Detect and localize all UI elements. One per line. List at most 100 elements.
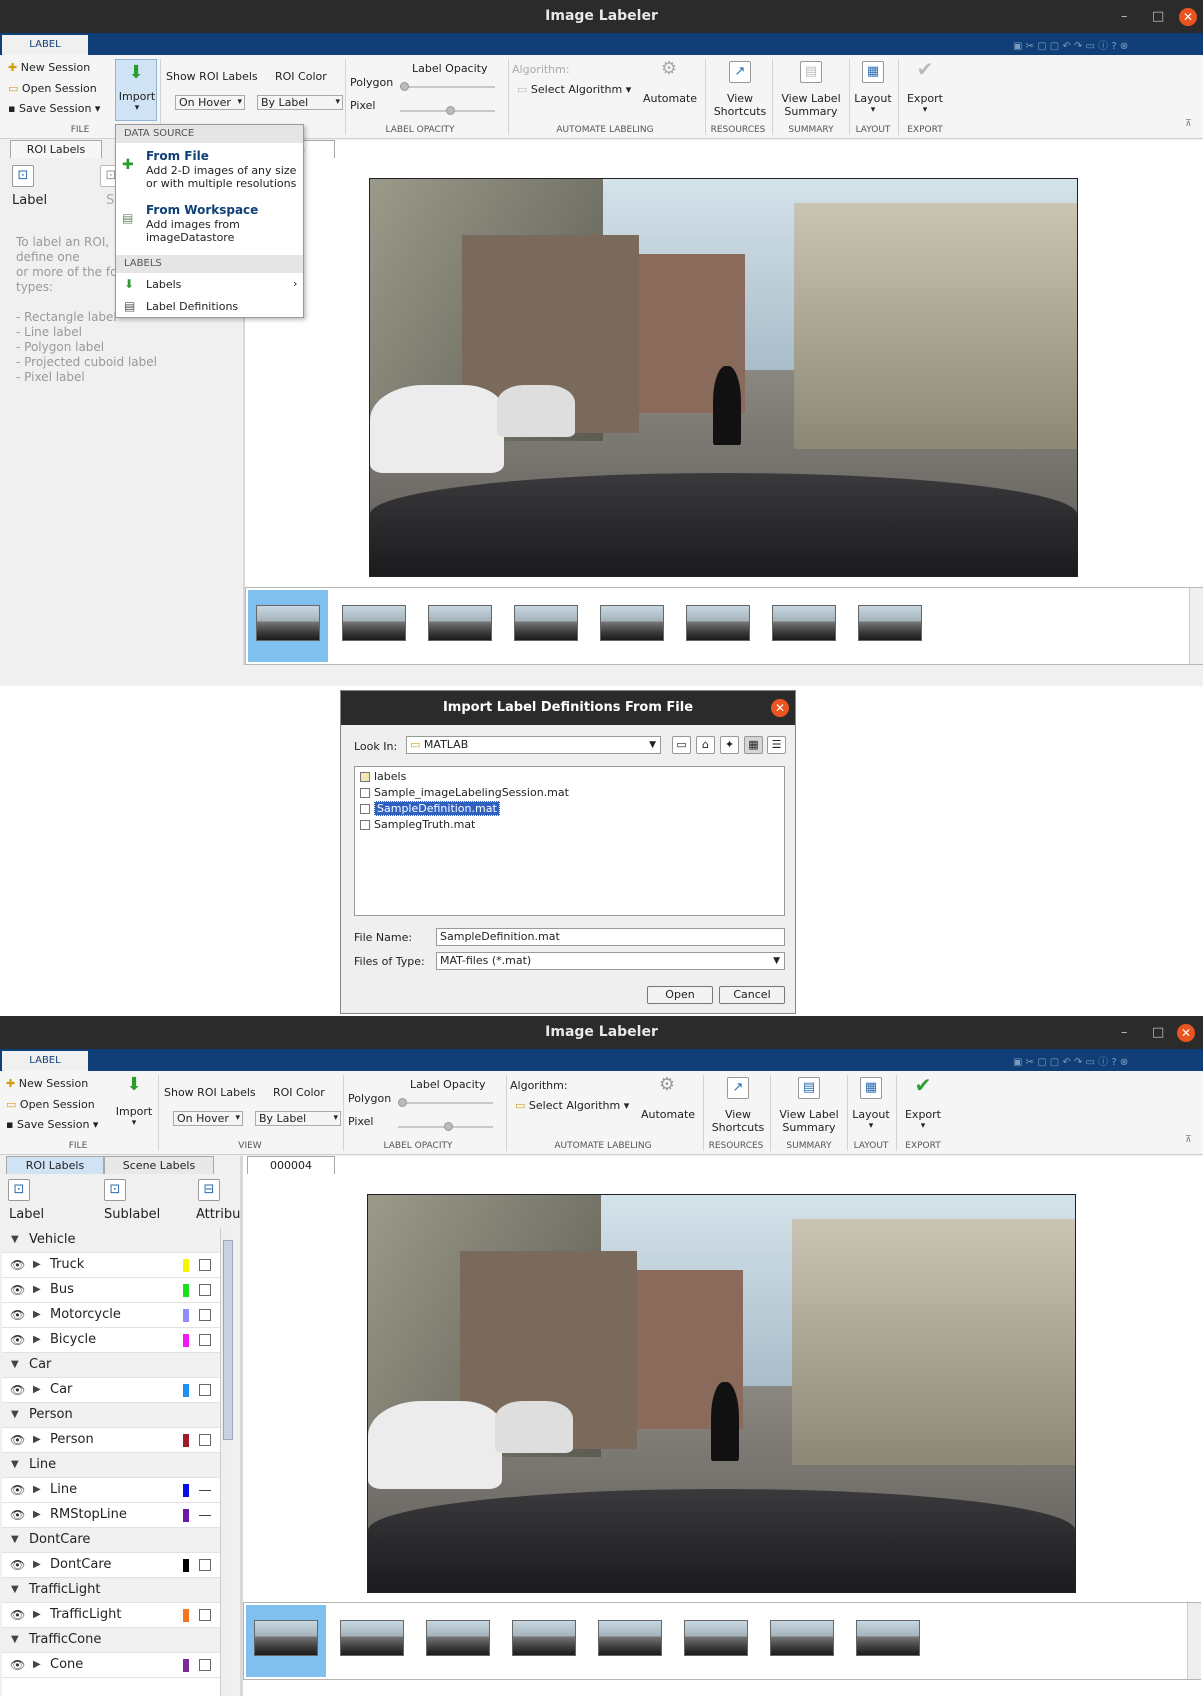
current-image[interactable] [369, 178, 1078, 577]
thumbnail[interactable] [686, 605, 750, 641]
menu-item-from-file[interactable]: ✚ From File Add 2-D images of any size o… [116, 147, 303, 197]
eye-icon[interactable]: 👁 [10, 1303, 25, 1327]
list-item[interactable]: SamplegTruth.mat [358, 817, 475, 833]
view-shortcuts-line2[interactable]: Shortcuts [710, 105, 770, 118]
layout-dropdown-icon[interactable]: ▾ [848, 1121, 894, 1131]
chevron-down-icon[interactable]: ▼ [11, 1403, 19, 1427]
eye-icon[interactable]: 👁 [10, 1278, 25, 1302]
chevron-right-icon[interactable]: ▶ [33, 1328, 41, 1352]
label-row[interactable]: 👁 ▶ TrafficLight [2, 1603, 220, 1628]
eye-icon[interactable]: 👁 [10, 1653, 25, 1677]
chevron-right-icon[interactable]: ▶ [33, 1428, 41, 1452]
label-row[interactable]: 👁 ▶ Person [2, 1428, 220, 1453]
new-folder-icon[interactable]: ✦ [720, 736, 739, 754]
chevron-right-icon[interactable]: ▶ [33, 1253, 41, 1277]
thumbnail[interactable] [340, 1620, 404, 1656]
thumbnail[interactable] [256, 605, 320, 641]
select-algorithm-button[interactable]: ▭ Select Algorithm ▾ [517, 83, 631, 96]
label-row[interactable]: 👁 ▶ Bus [2, 1278, 220, 1303]
eye-icon[interactable]: 👁 [10, 1378, 25, 1402]
view-shortcuts-line1[interactable]: View [710, 92, 770, 105]
view-label-summary-line1[interactable]: View Label [773, 1108, 845, 1121]
tab-label[interactable]: LABEL [2, 35, 88, 55]
collapse-ribbon-icon[interactable]: ⊼ [1185, 1135, 1192, 1145]
label-row[interactable]: 👁 ▶ Bicycle [2, 1328, 220, 1353]
label-row[interactable]: 👁 ▶ Car [2, 1378, 220, 1403]
roi-color-select[interactable]: By Label [257, 95, 343, 110]
import-dropdown-icon[interactable]: ▾ [114, 1118, 154, 1128]
chevron-down-icon[interactable]: ▼ [11, 1353, 19, 1377]
menu-item-label-definitions[interactable]: ▤ Label Definitions [116, 297, 303, 317]
polygon-opacity-slider[interactable] [398, 1102, 493, 1104]
file-name-input[interactable]: SampleDefinition.mat [436, 928, 785, 946]
export-button[interactable]: Export [898, 1108, 948, 1121]
cancel-button[interactable]: Cancel [719, 986, 785, 1004]
thumbnail[interactable] [514, 605, 578, 641]
label-tree-scrollbar[interactable] [220, 1228, 234, 1696]
eye-icon[interactable]: 👁 [10, 1328, 25, 1352]
thumbnail[interactable] [426, 1620, 490, 1656]
dialog-close-icon[interactable]: ✕ [771, 699, 789, 717]
chevron-right-icon[interactable]: ▶ [33, 1653, 41, 1677]
open-button[interactable]: Open [647, 986, 713, 1004]
label-row[interactable]: 👁 ▶ Truck [2, 1253, 220, 1278]
label-row[interactable]: 👁 ▶ Motorcycle [2, 1303, 220, 1328]
tab-image-000004[interactable]: 000004 [247, 1156, 335, 1174]
close-icon[interactable]: ✕ [1177, 1024, 1195, 1042]
eye-icon[interactable]: 👁 [10, 1253, 25, 1277]
current-image[interactable] [367, 1194, 1076, 1593]
details-view-icon[interactable]: ☰ [767, 736, 786, 754]
label-group-row[interactable]: ▼ DontCare [2, 1528, 220, 1553]
save-session-button[interactable]: ▪ Save Session ▾ [8, 102, 100, 115]
polygon-opacity-slider[interactable] [400, 86, 495, 88]
minimize-icon[interactable]: – [1121, 0, 1128, 33]
chevron-down-icon[interactable]: ▼ [11, 1528, 19, 1552]
view-label-summary-line1[interactable]: View Label [775, 92, 847, 105]
polygon-opacity-knob[interactable] [400, 82, 409, 91]
up-folder-icon[interactable]: ▭ [672, 736, 691, 754]
thumbnail[interactable] [428, 605, 492, 641]
close-icon[interactable]: ✕ [1179, 8, 1197, 26]
menu-item-labels[interactable]: ⬇ Labels › [116, 275, 303, 295]
view-label-summary-line2[interactable]: Summary [773, 1121, 845, 1134]
collapse-ribbon-icon[interactable]: ⊼ [1185, 119, 1192, 129]
thumbnail-scrollbar[interactable] [1189, 588, 1203, 664]
new-session-button[interactable]: ✚ New Session [6, 1077, 88, 1090]
quick-access-icons[interactable]: ▣ ✂ ▢ ▢ ↶ ↷ ▭ ⓘ ? ⊗ [1013, 37, 1128, 52]
menu-item-from-workspace[interactable]: ▤ From Workspace Add images from imageDa… [116, 201, 303, 245]
view-label-summary-line2[interactable]: Summary [775, 105, 847, 118]
list-view-icon[interactable]: ▦ [744, 736, 763, 754]
chevron-down-icon[interactable]: ▼ [11, 1453, 19, 1477]
tab-scene-labels[interactable]: Scene Labels [104, 1156, 214, 1174]
import-button[interactable]: Import [114, 1105, 154, 1118]
list-item[interactable]: Sample_imageLabelingSession.mat [358, 785, 569, 801]
roi-color-select[interactable]: By Label [255, 1111, 341, 1126]
select-algorithm-button[interactable]: ▭ Select Algorithm ▾ [515, 1099, 629, 1112]
label-row[interactable]: 👁 ▶ DontCare [2, 1553, 220, 1578]
thumbnail[interactable] [684, 1620, 748, 1656]
automate-button[interactable]: Automate [636, 1108, 700, 1121]
automate-button[interactable]: Automate [638, 92, 702, 105]
layout-button[interactable]: Layout [848, 1108, 894, 1121]
pixel-opacity-knob[interactable] [446, 106, 455, 115]
chevron-right-icon[interactable]: ▶ [33, 1478, 41, 1502]
view-shortcuts-line2[interactable]: Shortcuts [708, 1121, 768, 1134]
thumbnail[interactable] [512, 1620, 576, 1656]
label-tool-icon[interactable]: ⊡ [12, 165, 34, 187]
label-row[interactable]: 👁 ▶ RMStopLine [2, 1503, 220, 1528]
layout-button[interactable]: Layout [850, 92, 896, 105]
thumbnail[interactable] [600, 605, 664, 641]
tab-roi-labels[interactable]: ROI Labels [6, 1156, 104, 1174]
thumbnail[interactable] [772, 605, 836, 641]
layout-dropdown-icon[interactable]: ▾ [850, 105, 896, 115]
save-session-button[interactable]: ▪ Save Session ▾ [6, 1118, 98, 1131]
label-tool-icon[interactable]: ⊡ [8, 1179, 30, 1201]
label-group-row[interactable]: ▼ TrafficCone [2, 1628, 220, 1653]
thumbnail[interactable] [342, 605, 406, 641]
home-icon[interactable]: ⌂ [696, 736, 715, 754]
label-group-row[interactable]: ▼ Line [2, 1453, 220, 1478]
attribute-tool-icon[interactable]: ⊟ [198, 1179, 220, 1201]
chevron-down-icon[interactable]: ▼ [11, 1228, 19, 1252]
label-group-row[interactable]: ▼ Person [2, 1403, 220, 1428]
eye-icon[interactable]: 👁 [10, 1553, 25, 1577]
